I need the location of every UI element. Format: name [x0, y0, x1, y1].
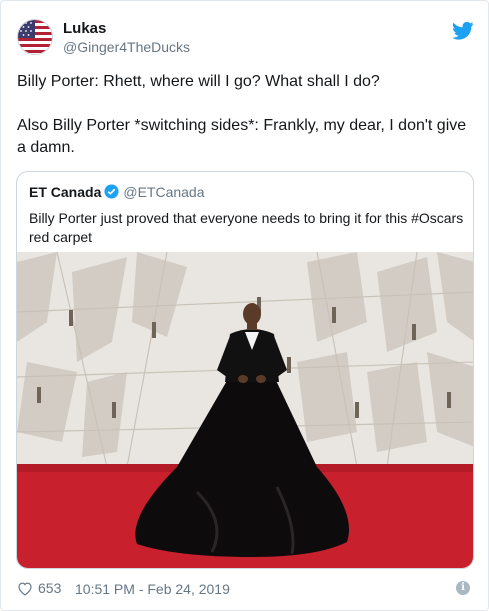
- like-button[interactable]: 653: [17, 580, 61, 596]
- info-icon[interactable]: i: [456, 581, 470, 595]
- tweet-card: Lukas @Ginger4TheDucks Billy Porter: Rhe…: [0, 0, 489, 611]
- us-flag-icon: [18, 20, 52, 54]
- user-handle[interactable]: @Ginger4TheDucks: [63, 39, 190, 55]
- quoted-user-handle[interactable]: @ETCanada: [123, 184, 204, 200]
- heart-icon: [18, 582, 32, 596]
- quoted-tweet[interactable]: ET Canada @ETCanada Billy Porter just pro…: [16, 171, 474, 569]
- tweet-header: Lukas @Ginger4TheDucks: [17, 19, 474, 59]
- tweet-footer: 653 10:51 PM - Feb 24, 2019 i: [17, 579, 474, 599]
- avatar[interactable]: [17, 19, 53, 55]
- red-carpet-photo[interactable]: [17, 252, 474, 569]
- user-name[interactable]: Lukas: [63, 20, 106, 37]
- like-count: 653: [38, 580, 62, 596]
- twitter-bird-icon[interactable]: [452, 21, 474, 41]
- quoted-user-name[interactable]: ET Canada: [29, 184, 101, 200]
- quoted-text: Billy Porter just proved that everyone n…: [29, 210, 464, 245]
- timestamp[interactable]: 10:51 PM - Feb 24, 2019: [75, 581, 230, 597]
- verified-badge-icon: [104, 184, 119, 199]
- tweet-text: Billy Porter: Rhett, where will I go? Wh…: [17, 73, 467, 156]
- quoted-header: ET Canada @ETCanada: [29, 184, 205, 202]
